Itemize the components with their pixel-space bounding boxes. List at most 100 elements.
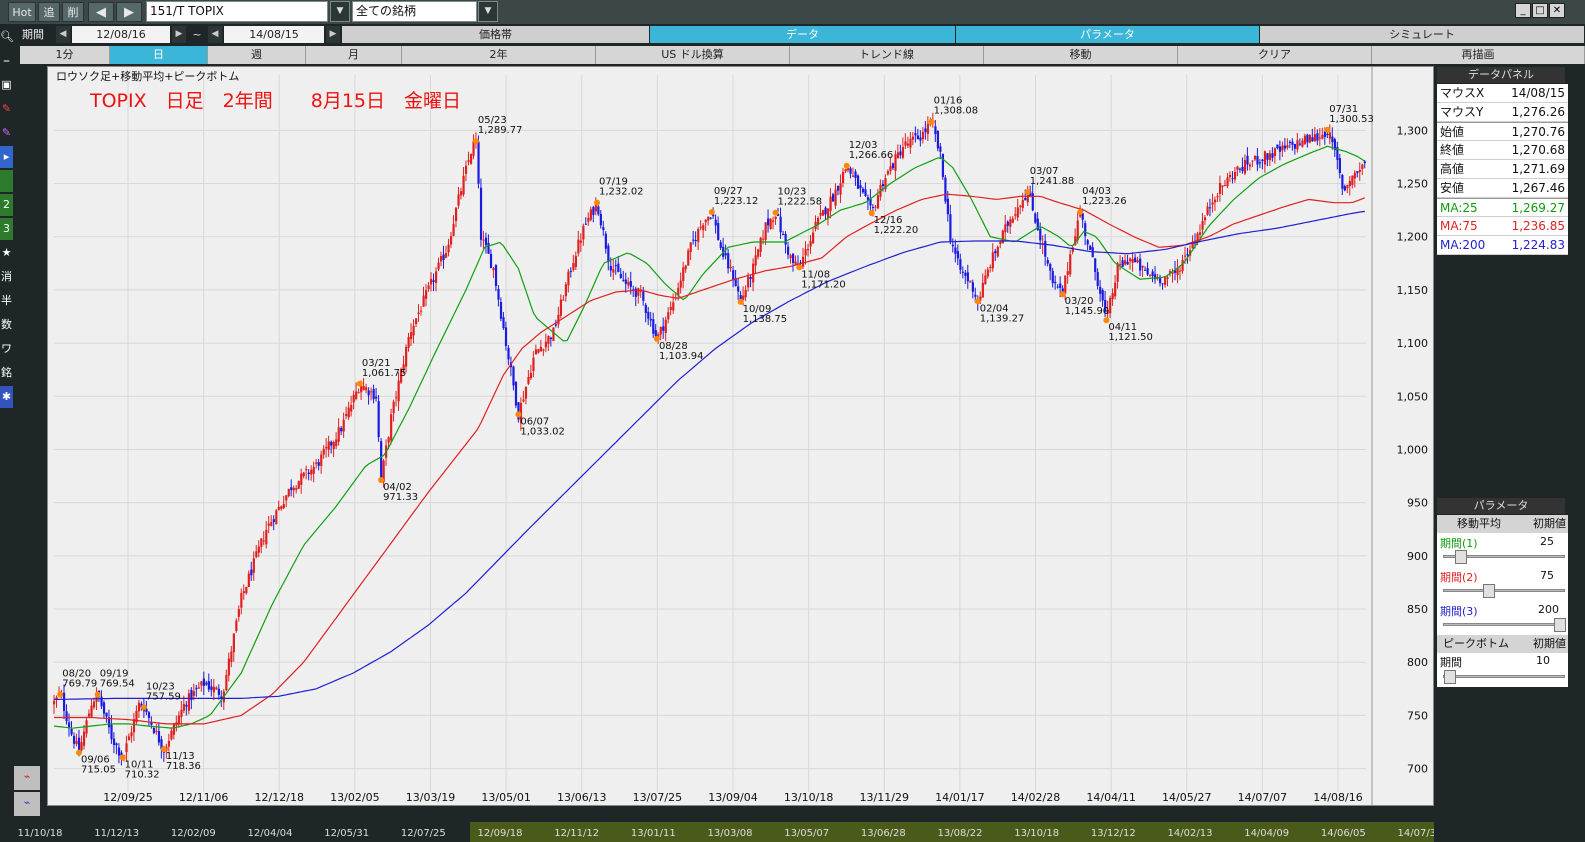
candle-body [1261, 159, 1264, 162]
candle-body [617, 263, 620, 272]
add-button[interactable]: 追 [38, 2, 60, 22]
candle-body [170, 730, 173, 740]
gear-icon[interactable]: ✱ [0, 386, 13, 408]
ma-init-button[interactable]: 初期値 [1533, 515, 1566, 533]
tab-monthly[interactable]: 月 [306, 46, 402, 64]
candle-body [532, 357, 535, 371]
maximize-icon[interactable]: □ [1532, 3, 1548, 18]
candle-body [262, 540, 265, 542]
universe-dropdown-icon[interactable]: ▼ [478, 1, 498, 22]
symbol-input[interactable]: 151/T TOPIX [146, 1, 328, 22]
tab-simulate[interactable]: シミュレート [1260, 26, 1585, 43]
p1-slider[interactable] [1443, 550, 1565, 564]
pen-purple-icon[interactable]: ✎ [0, 122, 13, 144]
start-prev-icon[interactable]: ◀ [56, 26, 70, 43]
box-icon[interactable] [0, 170, 13, 192]
candle-body [1308, 135, 1312, 143]
candle-body [212, 686, 215, 693]
tab-price-band[interactable]: 価格帯 [342, 26, 650, 43]
tab-weekly[interactable]: 週 [208, 46, 306, 64]
redraw-button[interactable]: 再描画 [1372, 46, 1585, 64]
candle-body [125, 743, 128, 753]
p2-slider-thumb[interactable] [1482, 584, 1495, 598]
p2-slider[interactable] [1443, 584, 1565, 598]
y-tick-label: 1,150 [1397, 284, 1429, 297]
start-next-icon[interactable]: ▶ [172, 26, 186, 43]
pb-slider-thumb[interactable] [1444, 670, 1456, 684]
candle-body [787, 246, 790, 255]
flag-icon[interactable]: ▸ [0, 146, 13, 168]
p3-value[interactable]: 200 [1538, 603, 1559, 616]
chart-type-icon[interactable]: ⌁ [14, 766, 40, 790]
peak-marker [472, 138, 479, 145]
number-kanji-icon[interactable]: 数 [0, 314, 13, 336]
pb-slider[interactable] [1443, 670, 1565, 684]
indicator-icon[interactable]: ⌁ [14, 792, 40, 816]
candle-body [1203, 217, 1207, 221]
clear-button[interactable]: クリア [1178, 46, 1372, 64]
p1-slider-thumb[interactable] [1455, 550, 1467, 564]
minimize-icon[interactable]: _ [1515, 3, 1531, 18]
brand-kanji-icon[interactable]: 銘 [0, 362, 13, 384]
candle-body [974, 294, 977, 297]
tab-parameter[interactable]: パラメータ [956, 26, 1260, 43]
next-symbol-icon[interactable]: ▶ [116, 2, 142, 22]
two-icon[interactable]: 2 [0, 194, 13, 216]
prev-symbol-icon[interactable]: ◀ [88, 2, 114, 22]
p2-value[interactable]: 75 [1540, 569, 1554, 582]
zoom-icon[interactable]: 🔍︎ [0, 26, 14, 48]
start-date-input[interactable]: 12/08/16 [72, 26, 170, 43]
candle-body [494, 265, 498, 287]
candle-body [851, 175, 855, 177]
star-icon[interactable]: ★ [0, 242, 13, 264]
candle-body [405, 347, 408, 367]
candle-body [839, 183, 842, 195]
candle-body [372, 388, 375, 400]
end-date-input[interactable]: 14/08/15 [224, 26, 324, 43]
move-button[interactable]: 移動 [984, 46, 1178, 64]
p3-slider[interactable] [1443, 618, 1566, 632]
erase-kanji-icon[interactable]: 消 [0, 266, 13, 288]
universe-select[interactable]: 全ての銘柄 [352, 1, 477, 22]
candle-body [182, 704, 186, 711]
camera-icon[interactable]: ▣ [0, 74, 13, 96]
tab-daily[interactable]: 日 [110, 46, 208, 64]
candle-body [1121, 260, 1124, 267]
wa-icon[interactable]: ワ [0, 338, 13, 360]
candle-body [994, 250, 997, 254]
usd-convert-button[interactable]: US ドル換算 [596, 46, 790, 64]
trendline-button[interactable]: トレンド線 [790, 46, 984, 64]
candle-body [467, 160, 470, 162]
line-tool-icon[interactable]: ⎯ [0, 50, 13, 72]
candle-body [1328, 132, 1331, 139]
candle-body [482, 239, 485, 241]
p1-value[interactable]: 25 [1540, 535, 1554, 548]
end-prev-icon[interactable]: ◀ [208, 26, 222, 43]
delete-button[interactable]: 削 [62, 2, 84, 22]
end-next-icon[interactable]: ▶ [326, 26, 340, 43]
pb-init-button[interactable]: 初期値 [1533, 635, 1566, 653]
symbol-dropdown-icon[interactable]: ▼ [330, 1, 350, 22]
p3-slider-thumb[interactable] [1554, 618, 1566, 632]
data-panel-header: データパネル [1437, 67, 1565, 83]
candle-body [774, 216, 777, 220]
pb-period-value[interactable]: 10 [1536, 654, 1550, 667]
candle-body [831, 194, 835, 202]
tab-data[interactable]: データ [650, 26, 956, 43]
candle-body [1356, 171, 1359, 174]
hot-button[interactable]: Hot [8, 2, 36, 22]
candle-body [699, 226, 702, 228]
candle-body [227, 658, 230, 676]
close-icon[interactable]: ✕ [1549, 3, 1565, 18]
half-kanji-icon[interactable]: 半 [0, 290, 13, 312]
tab-2years[interactable]: 2年 [402, 46, 596, 64]
pen-red-icon[interactable]: ✎ [0, 98, 13, 120]
candle-body [779, 216, 782, 233]
tab-1min[interactable]: 1分 [20, 46, 110, 64]
price-chart[interactable]: 08/20 769.79 09/06 715.05 09/19 769.54 10/11 71… [47, 66, 1434, 806]
peak-marker [594, 199, 601, 206]
three-icon[interactable]: 3 [0, 218, 13, 240]
candle-body [592, 207, 595, 215]
p2-label: 期間(2) [1440, 571, 1478, 584]
y-tick-label: 950 [1407, 497, 1428, 510]
